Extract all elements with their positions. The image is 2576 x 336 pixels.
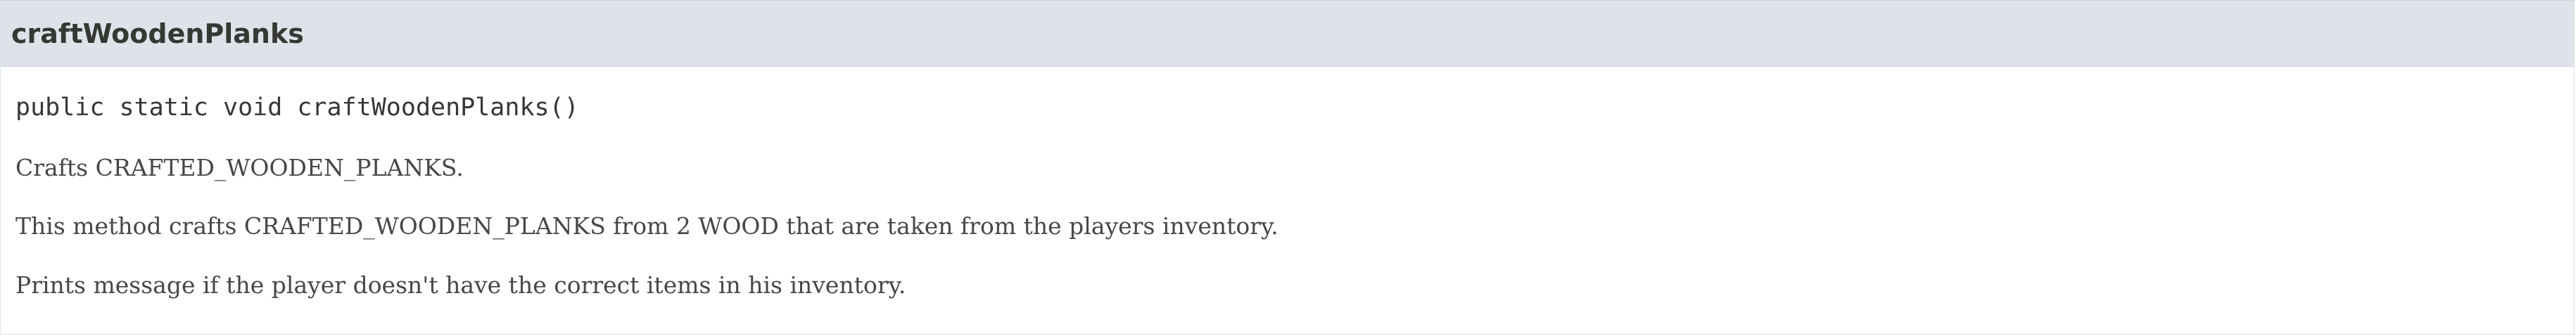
method-name: craftWoodenPlanks [11, 18, 304, 49]
method-detail-section: craftWoodenPlanks public static void cra… [0, 0, 2575, 335]
method-description-summary: Crafts CRAFTED_WOODEN_PLANKS. [15, 154, 464, 181]
method-description-detail: This method crafts CRAFTED_WOODEN_PLANKS… [15, 212, 1279, 240]
method-description-note: Prints message if the player doesn't hav… [15, 271, 906, 299]
method-signature: public static void craftWoodenPlanks() [15, 93, 579, 122]
method-header: craftWoodenPlanks [1, 1, 2574, 67]
